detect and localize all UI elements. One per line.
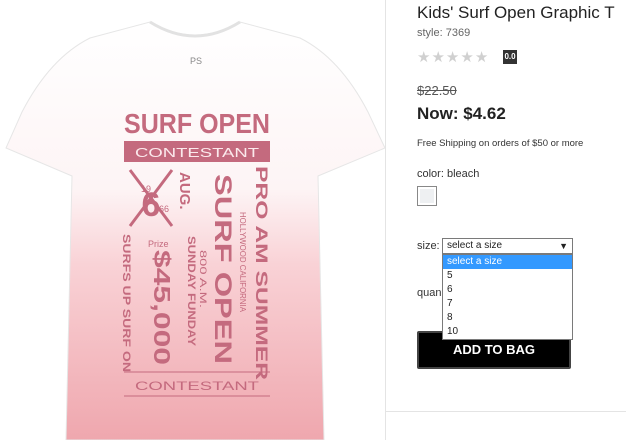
size-option[interactable]: 10 [443, 325, 572, 339]
star-icon: ★ [431, 49, 446, 66]
star-icon: ★ [445, 49, 461, 66]
triangle-down-icon: ▼ [559, 241, 568, 251]
svg-text:PRO AM SUMMER: PRO AM SUMMER [252, 166, 271, 380]
size-label: size: [417, 240, 440, 252]
svg-text:$45,000: $45,000 [149, 250, 175, 365]
product-image[interactable]: PS SURF OPEN CONTESTANT 19 6 66 AUG. SUR… [0, 0, 386, 440]
original-price: $22.50 [417, 83, 457, 98]
svg-text:AUG.: AUG. [176, 172, 193, 210]
shirt-label: PS [190, 56, 202, 66]
print-day: 6 [142, 186, 161, 224]
svg-text:HOLLYWOOD CALIFORNIA: HOLLYWOOD CALIFORNIA [238, 212, 247, 313]
svg-text:SURF OPEN: SURF OPEN [209, 174, 236, 364]
color-swatch-bleach[interactable] [417, 186, 437, 206]
star-icon: ★ [474, 49, 490, 66]
tshirt-image: PS SURF OPEN CONTESTANT 19 6 66 AUG. SUR… [5, 20, 385, 440]
svg-text:66: 66 [159, 204, 169, 214]
product-title: Kids' Surf Open Graphic T [417, 3, 615, 22]
size-option[interactable]: 6 [443, 283, 572, 297]
star-icon: ★ [417, 49, 432, 66]
print-banner-text: CONTESTANT [135, 145, 259, 160]
star-icon: ★ [460, 49, 475, 66]
size-option[interactable]: 8 [443, 311, 572, 325]
svg-text:SURFS UP SURF ON: SURFS UP SURF ON [120, 234, 132, 372]
size-option[interactable]: 5 [443, 269, 572, 283]
svg-text:SUNDAY FUNDAY: SUNDAY FUNDAY [185, 236, 197, 347]
size-option[interactable]: 7 [443, 297, 572, 311]
size-dropdown-list: select a size 5 6 7 8 10 [442, 254, 573, 340]
print-headline: SURF OPEN [124, 108, 270, 139]
divider [385, 411, 626, 412]
size-option[interactable]: select a size [443, 255, 572, 269]
quantity-label: quan [417, 287, 442, 299]
print-footer: CONTESTANT [135, 379, 260, 393]
shipping-note: Free Shipping on orders of $50 or more [417, 138, 584, 149]
svg-text:Prize: Prize [148, 239, 169, 249]
tshirt-body [5, 21, 385, 440]
size-select[interactable]: select a size ▼ [442, 238, 573, 254]
swatch-fill [420, 189, 434, 203]
product-style: style: 7369 [417, 27, 471, 39]
rating-badge: 0.0 [503, 50, 517, 64]
sale-price: Now: $4.62 [417, 104, 506, 123]
rating-stars[interactable]: ★★★★★ [417, 50, 489, 65]
product-info: Kids' Surf Open Graphic T style: 7369 ★★… [385, 0, 626, 440]
color-label: color: bleach [417, 168, 480, 180]
svg-text:800 A.M.: 800 A.M. [198, 250, 208, 308]
size-select-value: select a size [447, 240, 503, 251]
